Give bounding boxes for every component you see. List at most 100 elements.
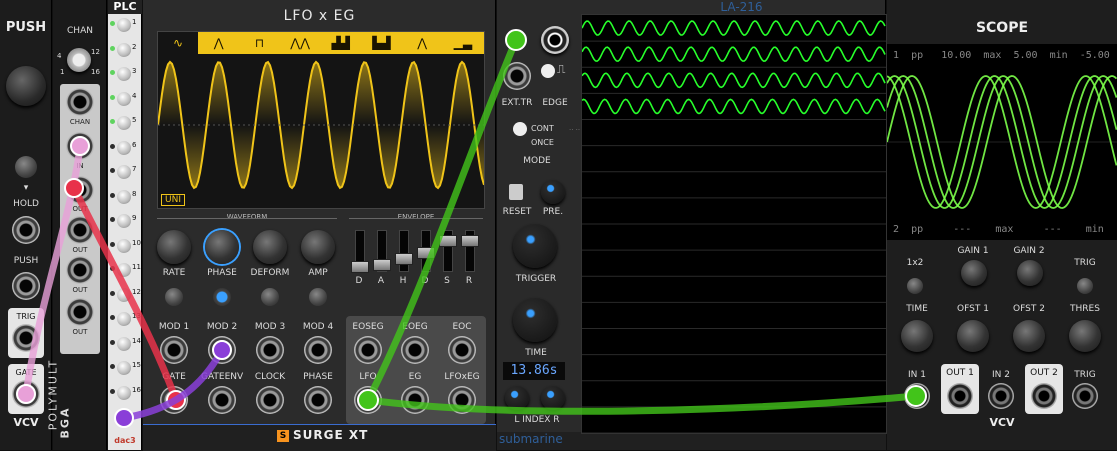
waveform-tab-3[interactable]: ⊓ <box>239 32 279 54</box>
plc-channel-knob[interactable] <box>117 67 131 81</box>
fader-decay[interactable] <box>417 230 435 272</box>
out-jack-2[interactable] <box>66 216 94 244</box>
plc-channel-knob[interactable] <box>117 91 131 106</box>
plc-channel-knob[interactable] <box>117 312 131 326</box>
plc-channel-knob[interactable] <box>117 165 131 179</box>
plc-channel-knob[interactable] <box>117 18 131 32</box>
edge-switch[interactable] <box>541 64 555 78</box>
ofst2-knob[interactable] <box>1013 320 1045 352</box>
plc-led <box>110 168 115 173</box>
amp-knob[interactable] <box>301 230 335 264</box>
plc-channel-knob[interactable] <box>117 238 131 253</box>
phase-jack[interactable] <box>304 386 332 414</box>
eoeg-jack[interactable] <box>401 336 429 364</box>
mod2-button[interactable] <box>213 288 231 306</box>
eg-out-jack[interactable] <box>401 386 429 414</box>
trig-in-jack[interactable] <box>1072 383 1098 409</box>
fader-release[interactable] <box>461 230 479 272</box>
time-knob[interactable] <box>901 320 933 352</box>
plc-channel-number: 15 <box>132 361 141 369</box>
mod3-button[interactable] <box>261 288 279 306</box>
fader-sustain[interactable] <box>439 230 457 272</box>
mod2-jack[interactable] <box>208 336 236 364</box>
ext-trig-jack[interactable] <box>503 62 531 90</box>
uni-badge[interactable]: UNI <box>161 194 185 206</box>
chan-knob[interactable] <box>67 48 91 72</box>
mod4-label: MOD 4 <box>302 322 334 332</box>
fader-delay[interactable] <box>351 230 369 273</box>
gate-jack[interactable] <box>160 386 188 414</box>
trig-button[interactable] <box>1077 278 1093 294</box>
plc-channel-knob[interactable] <box>117 287 131 302</box>
index-left-knob[interactable] <box>505 386 529 410</box>
plc-channel-knob[interactable] <box>117 42 131 57</box>
phase-knob[interactable] <box>205 230 239 264</box>
push-big-button[interactable] <box>6 66 46 106</box>
mod1-jack[interactable] <box>160 336 188 364</box>
gain1-knob[interactable] <box>961 260 987 286</box>
lfoxeg-out-jack[interactable] <box>448 386 476 414</box>
trigger-knob[interactable] <box>513 224 557 268</box>
plc-led <box>110 266 115 271</box>
eoseg-jack[interactable] <box>354 336 382 364</box>
lfo-out-jack[interactable] <box>354 386 382 414</box>
hold-button[interactable] <box>15 156 37 178</box>
push-jack[interactable] <box>12 272 40 300</box>
waveform-tab-7[interactable]: ⋀ <box>402 32 442 54</box>
clock-jack[interactable] <box>256 386 284 414</box>
trig-jack[interactable] <box>12 324 40 352</box>
fader-attack[interactable] <box>373 230 391 272</box>
waveform-tab-1[interactable]: ∿ <box>158 32 198 54</box>
out1-jack[interactable] <box>947 383 973 409</box>
waveform-tab-5[interactable]: ▟▟ <box>321 32 361 54</box>
chan-jack[interactable] <box>66 88 94 116</box>
out2-jack[interactable] <box>1031 383 1057 409</box>
mod4-button[interactable] <box>309 288 327 306</box>
in-jack-top[interactable] <box>541 26 569 54</box>
mod3-jack[interactable] <box>256 336 284 364</box>
hold-arrow: ▾ <box>23 183 29 193</box>
ch2-max-label: max <box>995 224 1014 235</box>
in1-jack[interactable] <box>904 383 930 409</box>
plc-channel-knob[interactable] <box>117 116 131 130</box>
plc-channel-knob[interactable] <box>117 140 131 155</box>
waveform-tab-6[interactable]: ▙▟ <box>362 32 402 54</box>
gateenv-jack[interactable] <box>208 386 236 414</box>
gain2-knob[interactable] <box>1017 260 1043 286</box>
waveform-tab-8[interactable]: ▁▃ <box>443 32 483 54</box>
out-jack-1[interactable] <box>66 176 94 204</box>
mod4-jack[interactable] <box>304 336 332 364</box>
gate-jack[interactable] <box>12 380 40 408</box>
x1x2-button[interactable] <box>907 278 923 294</box>
deform-knob[interactable] <box>253 230 287 264</box>
mode-switch[interactable] <box>513 122 527 136</box>
mod1-label: MOD 1 <box>158 322 190 332</box>
plc-channel-knob[interactable] <box>117 189 131 204</box>
mode-label: MODE <box>523 156 551 166</box>
thres-knob[interactable] <box>1069 320 1101 352</box>
plc-channel-knob[interactable] <box>117 385 131 400</box>
reset-button[interactable] <box>509 184 523 200</box>
rate-knob[interactable] <box>157 230 191 264</box>
waveform-tab-2[interactable]: ⋀ <box>199 32 239 54</box>
trig-in-label: TRIG <box>1074 370 1096 380</box>
plc-channel-knob[interactable] <box>117 214 131 228</box>
in2-jack[interactable] <box>988 383 1014 409</box>
fader-hold[interactable] <box>395 230 413 272</box>
mod1-button[interactable] <box>165 288 183 306</box>
out-jack-3[interactable] <box>66 256 94 284</box>
ofst1-knob[interactable] <box>957 320 989 352</box>
plc-channel-knob[interactable] <box>117 361 131 375</box>
pre-knob[interactable] <box>541 180 565 204</box>
cont-label: CONT <box>531 124 554 133</box>
hold-jack[interactable] <box>12 216 40 244</box>
out-jack-4[interactable] <box>66 298 94 326</box>
in-jack[interactable] <box>66 132 94 160</box>
time-knob[interactable] <box>513 298 557 342</box>
plc-channel-knob[interactable] <box>117 336 131 351</box>
eoc-jack[interactable] <box>448 336 476 364</box>
index-right-knob[interactable] <box>541 386 565 410</box>
plc-channel-knob[interactable] <box>117 263 131 277</box>
phase-label: PHASE <box>207 268 237 278</box>
waveform-tab-4[interactable]: ⋀⋀ <box>280 32 320 54</box>
